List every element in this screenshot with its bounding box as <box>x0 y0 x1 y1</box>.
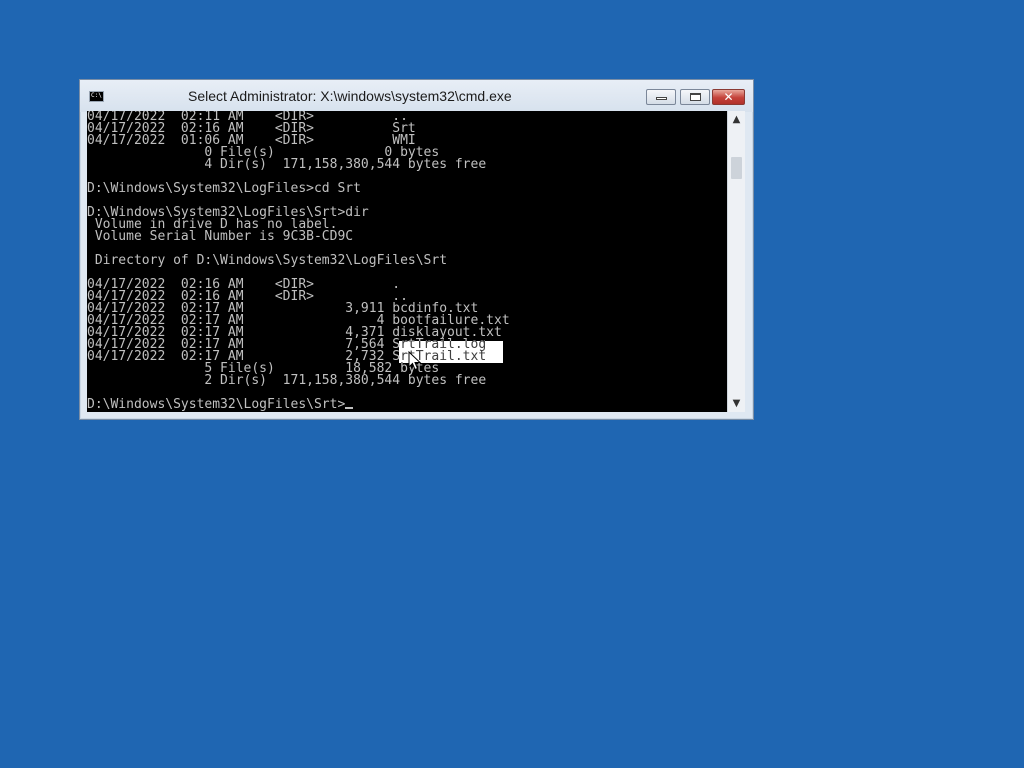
title-bar[interactable]: C:\ Select Administrator: X:\windows\sys… <box>80 80 753 112</box>
mouse-pointer-icon <box>408 351 422 371</box>
maximize-button[interactable] <box>680 89 710 105</box>
console-line: D:\Windows\System32\LogFiles>cd Srt <box>87 181 361 196</box>
console-prompt: D:\Windows\System32\LogFiles\Srt> <box>87 397 346 412</box>
console-output[interactable]: 04/17/2022 02:11 AM <DIR> .. 04/17/2022 0… <box>87 111 727 412</box>
console-line: 4 Dir(s) 171,158,380,544 bytes free <box>87 157 487 172</box>
console-line: Directory of D:\Windows\System32\LogFile… <box>87 253 448 268</box>
desktop: C:\ Select Administrator: X:\windows\sys… <box>0 0 1024 768</box>
console-line: Volume Serial Number is 9C3B-CD9C <box>87 229 354 244</box>
text-cursor <box>345 407 354 409</box>
scroll-up-arrow-icon[interactable]: ▲ <box>728 111 745 128</box>
minimize-button[interactable] <box>646 89 676 105</box>
maximize-icon <box>690 93 701 101</box>
console-text: 04/17/2022 02:11 AM <DIR> .. 04/17/2022 0… <box>87 111 727 411</box>
close-button[interactable]: ✕ <box>712 89 745 105</box>
console-prompt-line: D:\Windows\System32\LogFiles\Srt> <box>87 397 727 412</box>
vertical-scrollbar[interactable]: ▲ ▼ <box>727 111 745 412</box>
scroll-thumb[interactable] <box>731 157 742 179</box>
console-line: 2 Dir(s) 171,158,380,544 bytes free <box>87 373 487 388</box>
window-title: Select Administrator: X:\windows\system3… <box>188 88 512 104</box>
scroll-down-arrow-icon[interactable]: ▼ <box>728 395 745 412</box>
close-icon: ✕ <box>723 90 734 104</box>
minimize-icon <box>656 97 667 100</box>
